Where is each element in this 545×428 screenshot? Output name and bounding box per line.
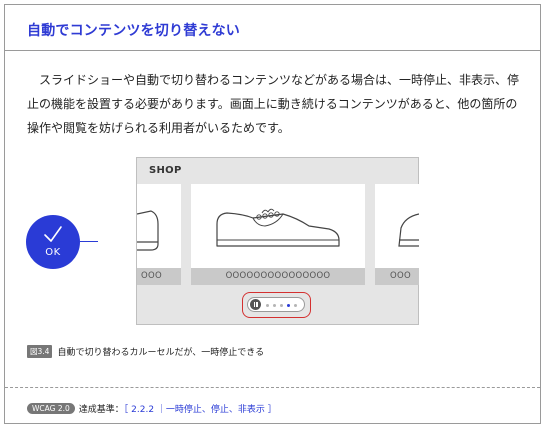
shoe-partial-icon: [136, 210, 159, 251]
shop-label: SHOP: [149, 165, 182, 176]
carousel-card-main: [191, 184, 365, 268]
card-indicator-right: OOO: [375, 268, 419, 285]
figure-number-tag: 図3.4: [27, 345, 53, 358]
figure-caption: 図3.4 自動で切り替わるカルーセルだが、一時停止できる: [27, 345, 264, 358]
criterion-link[interactable]: ［ 2.2.2 ｜一時停止、停止、非表示 ］: [124, 405, 277, 415]
carousel-controls: [247, 297, 305, 312]
body-paragraph: スライドショーや自動で切り替わるコンテンツなどがある場合は、一時停止、非表示、停…: [27, 73, 520, 135]
checkmark-icon: [44, 226, 62, 242]
carousel-dot[interactable]: [280, 303, 283, 307]
shoe-partial-icon: [398, 213, 420, 247]
carousel-dot[interactable]: [294, 303, 297, 307]
sneaker-icon: [216, 208, 340, 247]
carousel-dot-active[interactable]: [287, 303, 290, 307]
header: 自動でコンテンツを切り替えない: [5, 5, 540, 51]
page: 自動でコンテンツを切り替えない スライドショーや自動で切り替わるコンテンツなどが…: [4, 4, 541, 424]
caption-text: 自動で切り替わるカルーセルだが、一時停止できる: [57, 348, 265, 358]
page-title: 自動でコンテンツを切り替えない: [27, 23, 240, 39]
carousel-dot[interactable]: [266, 303, 269, 307]
divider: [5, 387, 540, 388]
carousel-illustration: SHOP OOO OOOOOOOOOOOOOOO OOO: [136, 157, 420, 325]
pause-icon[interactable]: [250, 299, 261, 310]
carousel-card-right: [375, 184, 420, 268]
card-indicator-left: OOO: [137, 268, 181, 285]
criterion-label: 達成基準：: [78, 405, 124, 415]
carousel-controls-highlight: [242, 292, 311, 318]
wcag-badge: WCAG 2.0: [27, 403, 75, 414]
card-indicator-main: OOOOOOOOOOOOOOO: [191, 268, 365, 285]
carousel-dot[interactable]: [273, 303, 276, 307]
carousel-card-left: [136, 184, 181, 268]
connector-line: [80, 241, 98, 242]
ok-label: OK: [45, 247, 61, 258]
ok-badge: OK: [26, 215, 80, 269]
footer: WCAG 2.0 達成基準：［ 2.2.2 ｜一時停止、停止、非表示 ］: [27, 402, 277, 415]
